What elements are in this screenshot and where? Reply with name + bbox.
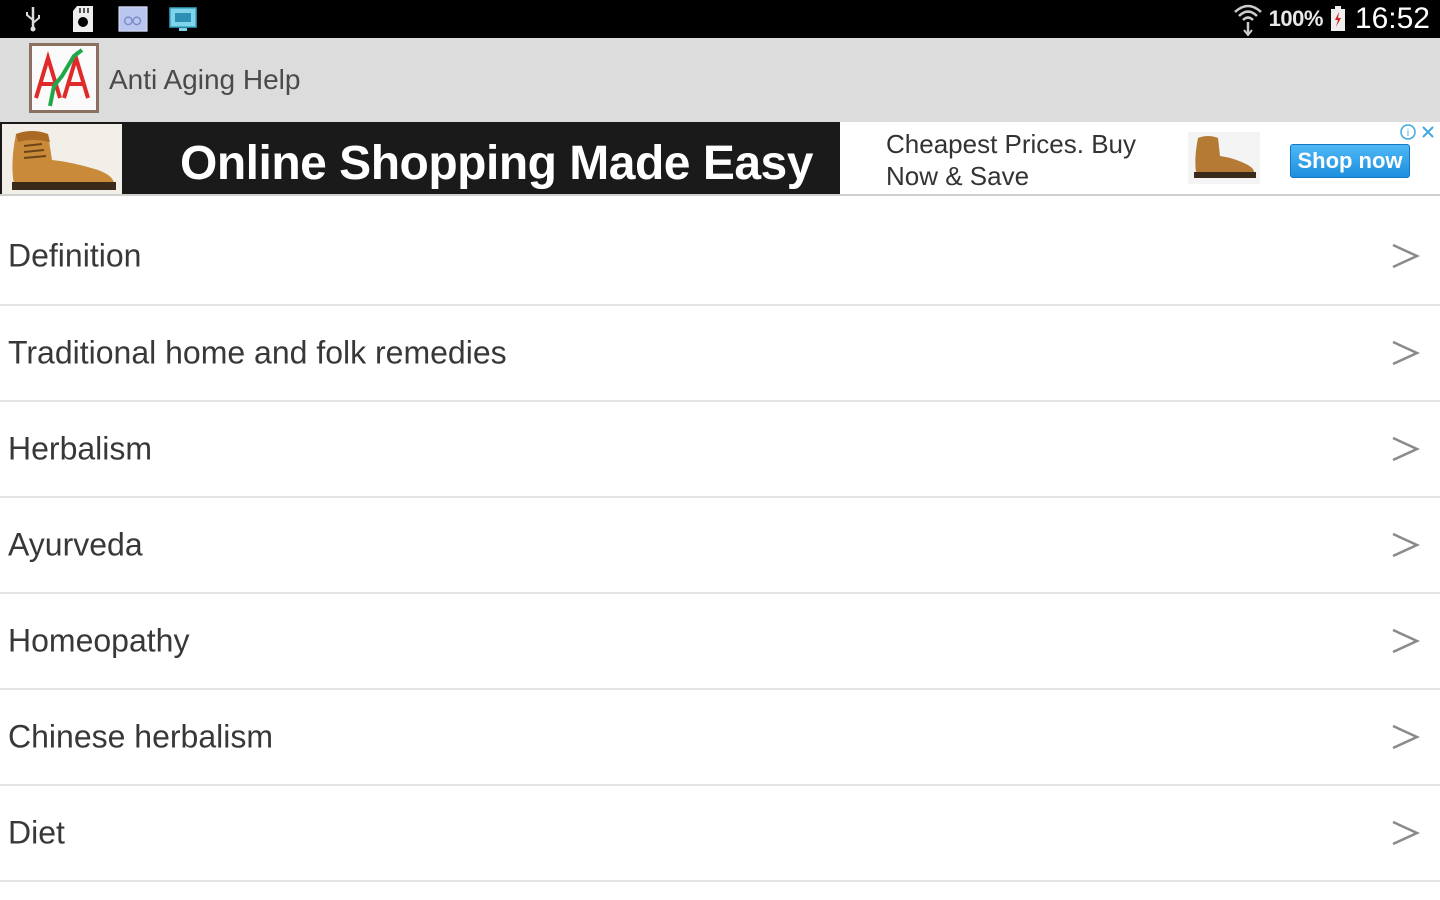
- list-item-label: Definition: [8, 237, 142, 274]
- list-item-label: Traditional home and folk remedies: [8, 334, 507, 371]
- ad-image-panel[interactable]: Online Shopping Made Easy: [0, 122, 840, 194]
- list-item-ayurveda[interactable]: Ayurveda: [0, 498, 1440, 594]
- status-bar: 100% 16:52: [0, 0, 1440, 38]
- app-bar: Anti Aging Help: [0, 38, 1440, 122]
- clock: 16:52: [1354, 2, 1430, 35]
- chevron-right-icon: [1390, 338, 1421, 368]
- list-item-definition[interactable]: Definition: [0, 208, 1440, 306]
- chevron-right-icon: [1390, 626, 1421, 656]
- ad-subtext: Cheapest Prices. Buy Now & Save: [886, 128, 1136, 192]
- app-logo-icon[interactable]: [29, 43, 99, 113]
- app-title: Anti Aging Help: [109, 64, 301, 95]
- list-item-diet[interactable]: Diet: [0, 786, 1440, 882]
- list-item-label: Chinese herbalism: [8, 718, 274, 755]
- usb-icon: [18, 4, 48, 34]
- list-item-label: Herbalism: [8, 430, 153, 467]
- list-item-label: Diet: [8, 814, 65, 851]
- chevron-right-icon: [1390, 530, 1421, 560]
- list-item-label: Homeopathy: [8, 622, 190, 659]
- sd-card-icon: [68, 4, 98, 34]
- ad-subtext-line1: Cheapest Prices. Buy: [886, 129, 1137, 159]
- ad-choices: i: [1400, 124, 1436, 145]
- shoe-image: [2, 124, 122, 194]
- topic-list: Definition Traditional home and folk rem…: [0, 208, 1440, 882]
- wifi-icon: [1233, 4, 1263, 36]
- shop-now-button[interactable]: Shop now: [1290, 144, 1410, 178]
- list-item-homeopathy[interactable]: Homeopathy: [0, 594, 1440, 690]
- chevron-right-icon: [1390, 241, 1421, 271]
- chevron-right-icon: [1390, 818, 1421, 848]
- notification-icons: [18, 4, 198, 34]
- ad-headline: Online Shopping Made Easy: [180, 137, 813, 190]
- chevron-right-icon: [1390, 722, 1421, 752]
- list-item-chinese-herbalism[interactable]: Chinese herbalism: [0, 690, 1440, 786]
- ad-subtext-line2: Now & Save: [886, 161, 1030, 191]
- photo-notification-icon: [118, 4, 148, 34]
- list-item-herbalism[interactable]: Herbalism: [0, 402, 1440, 498]
- list-item-traditional-remedies[interactable]: Traditional home and folk remedies: [0, 306, 1440, 402]
- battery-percent: 100%: [1268, 6, 1324, 31]
- close-icon[interactable]: [1420, 124, 1436, 145]
- svg-text:i: i: [1407, 128, 1409, 139]
- system-status: 100% 16:52: [1233, 0, 1430, 38]
- battery-icon: [1329, 4, 1347, 34]
- adchoices-icon[interactable]: i: [1400, 124, 1416, 145]
- list-item-label: Ayurveda: [8, 526, 143, 563]
- screen-notification-icon: [168, 4, 198, 34]
- chevron-right-icon: [1390, 434, 1421, 464]
- ad-banner[interactable]: Online Shopping Made Easy Cheapest Price…: [0, 122, 1440, 196]
- shoe-thumbnail: [1188, 132, 1260, 184]
